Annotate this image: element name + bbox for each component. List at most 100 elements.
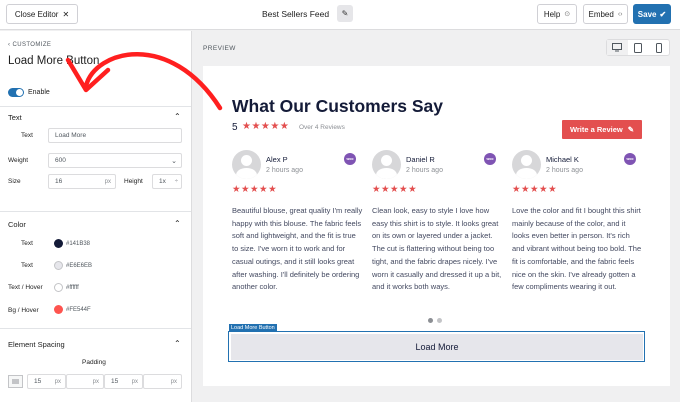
woocommerce-icon: woo — [344, 153, 356, 165]
check-icon: ✔ — [659, 9, 667, 19]
pencil-icon: ✎ — [341, 9, 349, 18]
reviewer-name: Alex P — [266, 155, 288, 164]
color-hex: #E6E6EB — [66, 263, 93, 269]
padding-value: 15 — [111, 378, 119, 385]
load-more-button[interactable]: Load More — [231, 334, 643, 360]
tablet-icon[interactable] — [628, 40, 649, 55]
height-label: Height — [124, 178, 143, 185]
rating-stars: ★★★★★ — [242, 121, 290, 132]
color-hex: #FE544F — [66, 307, 91, 313]
size-input[interactable]: 16 px — [48, 174, 116, 189]
padding-bottom-input[interactable]: 15 px — [104, 374, 143, 389]
color-swatch[interactable] — [54, 283, 63, 292]
divider — [0, 106, 191, 107]
color-row-label: Text — [21, 262, 33, 269]
color-row-label: Text — [21, 240, 33, 247]
color-swatch[interactable] — [54, 239, 63, 248]
divider — [0, 211, 191, 212]
help-label: Help — [543, 9, 561, 19]
review-stars: ★★★★★ — [372, 184, 418, 195]
padding-unit: px — [170, 379, 177, 385]
weight-select[interactable]: 600 ⌄ — [48, 153, 182, 168]
close-editor-label: Close Editor — [14, 9, 59, 19]
weight-value: 600 — [55, 157, 66, 164]
help-button[interactable]: Help ⊙ — [537, 4, 577, 24]
woocommerce-icon: woo — [484, 153, 496, 165]
carousel-dot[interactable] — [428, 318, 433, 323]
stepper-icon[interactable]: ÷ — [175, 179, 178, 185]
padding-value: 15 — [34, 378, 42, 385]
preview-label: PREVIEW — [203, 45, 236, 52]
reviewer-name: Daniel R — [406, 155, 435, 164]
carousel-dot[interactable] — [437, 318, 442, 323]
review-time: 2 hours ago — [546, 167, 583, 174]
color-hex: #141B38 — [66, 241, 91, 247]
color-row-label: Bg / Hover — [8, 307, 39, 314]
padding-left-input[interactable]: px — [143, 374, 182, 389]
mobile-icon[interactable] — [648, 40, 669, 55]
weight-label: Weight — [8, 157, 29, 164]
enable-label: Enable — [28, 89, 50, 96]
color-swatch[interactable] — [54, 305, 63, 314]
chevron-up-icon[interactable]: ⌃ — [174, 339, 182, 348]
review-text: Love the color and fit I bought this shi… — [512, 206, 642, 292]
text-section-heading[interactable]: Text — [8, 113, 22, 122]
size-label: Size — [8, 178, 21, 185]
review-text: Clean look, easy to style I love how eas… — [372, 206, 502, 292]
reviews-count: Over 4 Reviews — [299, 124, 345, 131]
device-switcher — [606, 39, 670, 56]
enable-toggle[interactable] — [8, 88, 24, 97]
spacing-section-heading[interactable]: Element Spacing — [8, 340, 65, 349]
top-bar: Close Editor ✕ Best Sellers Feed ✎ Help … — [0, 0, 680, 30]
woocommerce-icon: woo — [624, 153, 636, 165]
chevron-up-icon[interactable]: ⌃ — [174, 219, 182, 228]
chevron-left-icon: ‹ — [8, 42, 11, 48]
size-unit: px — [104, 179, 111, 185]
help-circle-icon: ⊙ — [564, 11, 571, 18]
size-value: 16 — [55, 178, 63, 185]
edit-title-button[interactable]: ✎ — [337, 5, 353, 22]
embed-label: Embed — [588, 9, 614, 19]
review-time: 2 hours ago — [406, 167, 443, 174]
height-value: 1x — [159, 178, 166, 185]
padding-unit: px — [54, 379, 61, 385]
review-time: 2 hours ago — [266, 167, 303, 174]
padding-right-input[interactable]: px — [66, 374, 104, 389]
save-button[interactable]: Save ✔ — [633, 4, 671, 24]
padding-top-input[interactable]: 15 px — [27, 374, 66, 389]
padding-unit: px — [92, 379, 99, 385]
avatar — [372, 150, 401, 179]
review-stars: ★★★★★ — [512, 184, 558, 195]
chevron-up-icon[interactable]: ⌃ — [174, 112, 182, 121]
feed-heading: What Our Customers Say — [232, 96, 444, 116]
padding-unit: px — [131, 379, 138, 385]
close-icon: ✕ — [62, 9, 70, 19]
close-editor-button[interactable]: Close Editor ✕ — [6, 4, 78, 24]
save-label: Save — [637, 9, 657, 19]
height-input[interactable]: 1x ÷ — [152, 174, 182, 189]
color-section-heading[interactable]: Color — [8, 220, 26, 229]
breadcrumb[interactable]: ‹ CUSTOMIZE — [8, 42, 51, 48]
embed-button[interactable]: Embed ‹› — [583, 4, 628, 24]
review-stars: ★★★★★ — [232, 184, 278, 195]
padding-link-icon[interactable] — [8, 375, 23, 388]
avatar — [512, 150, 541, 179]
divider — [0, 328, 191, 329]
panel-title: Load More Button — [8, 55, 100, 67]
color-swatch[interactable] — [54, 261, 63, 270]
breadcrumb-label: CUSTOMIZE — [12, 42, 52, 48]
write-review-button[interactable]: Write a Review ✎ — [562, 120, 642, 139]
chevron-down-icon: ⌄ — [171, 158, 177, 165]
customize-sidebar: ‹ CUSTOMIZE Load More Button Enable Text… — [0, 31, 192, 402]
pencil-icon: ✎ — [627, 125, 635, 134]
text-input[interactable]: Load More — [48, 128, 182, 143]
selection-tag: Load More Button — [229, 324, 277, 332]
review-text: Beautiful blouse, great quality I'm real… — [232, 206, 363, 292]
code-icon: ‹› — [617, 10, 623, 18]
desktop-icon[interactable] — [607, 40, 628, 55]
reviewer-name: Michael K — [546, 155, 579, 164]
color-hex: #ffffff — [66, 285, 79, 291]
rating-number: 5 — [232, 122, 238, 133]
avatar — [232, 150, 261, 179]
feed-title: Best Sellers Feed — [262, 9, 330, 19]
